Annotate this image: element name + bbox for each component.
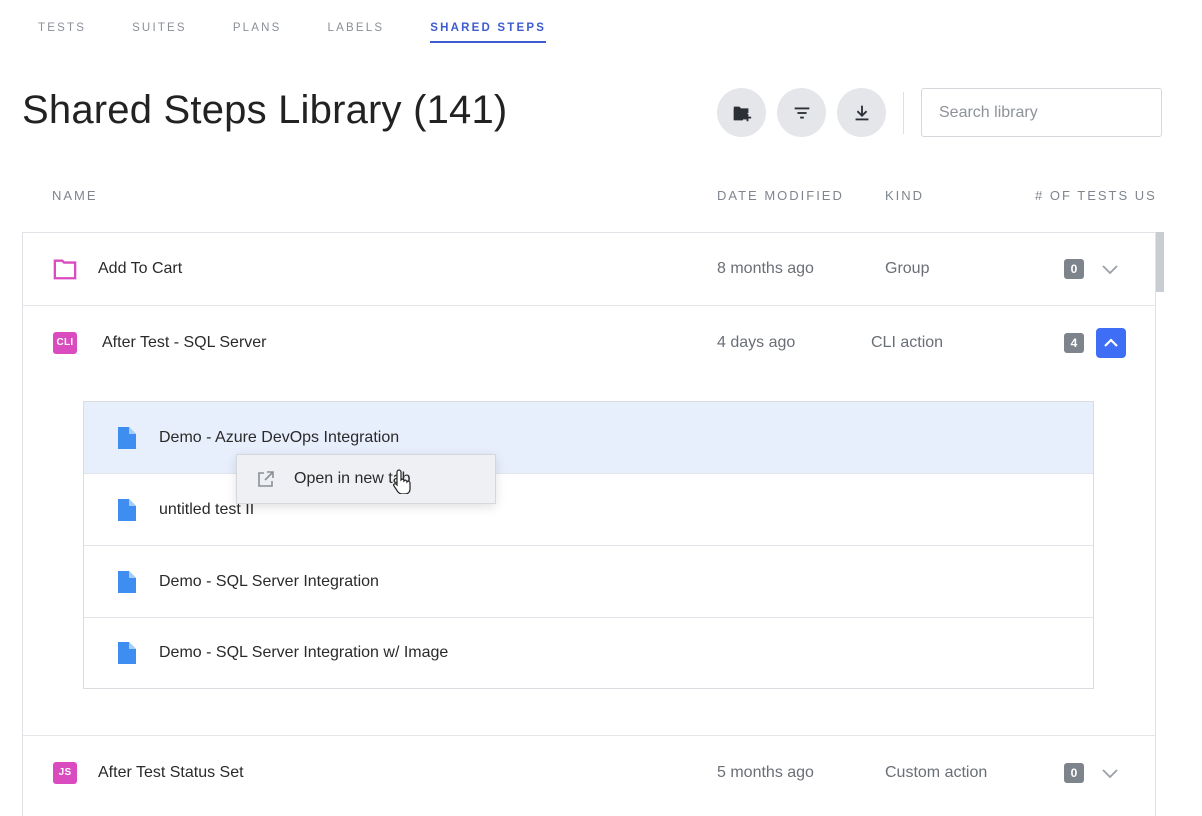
- row-name: After Test Status Set: [98, 763, 244, 781]
- list-item[interactable]: Demo - SQL Server Integration: [84, 546, 1093, 618]
- top-nav-tabs: TESTS SUITES PLANS LABELS SHARED STEPS: [38, 22, 592, 43]
- test-name: Demo - SQL Server Integration: [159, 572, 379, 590]
- js-icon: JS: [53, 761, 77, 785]
- test-count-badge: 0: [1064, 762, 1084, 783]
- tab-shared-steps[interactable]: SHARED STEPS: [430, 22, 547, 43]
- toolbar: [717, 88, 1162, 137]
- file-icon: [118, 498, 136, 521]
- test-count-badge: 4: [1064, 332, 1084, 353]
- external-link-icon: [258, 471, 274, 487]
- table-scrollbar[interactable]: [1156, 232, 1164, 292]
- download-button[interactable]: [837, 88, 886, 137]
- chevron-up-icon: [1104, 338, 1118, 347]
- file-icon: [118, 570, 136, 593]
- page-title: Shared Steps Library (141): [22, 88, 508, 132]
- file-icon: [118, 426, 136, 449]
- expand-button[interactable]: [1099, 762, 1121, 784]
- hand-cursor-icon: [393, 469, 411, 494]
- expanded-tests-panel: Demo - Azure DevOps Integration untitled…: [23, 379, 1155, 736]
- collapse-button[interactable]: [1096, 327, 1126, 358]
- expand-button[interactable]: [1099, 258, 1121, 280]
- chevron-down-icon: [1102, 768, 1118, 778]
- new-folder-button[interactable]: [717, 88, 766, 137]
- column-header-kind[interactable]: KIND: [885, 188, 924, 203]
- row-date: 4 days ago: [717, 333, 796, 351]
- row-kind: CLI action: [871, 333, 944, 351]
- row-date: 8 months ago: [717, 260, 814, 277]
- download-icon: [855, 105, 868, 120]
- filter-button[interactable]: [777, 88, 826, 137]
- row-kind: Custom action: [885, 763, 988, 781]
- tab-suites[interactable]: SUITES: [132, 22, 187, 43]
- context-menu-open-in-new-tab[interactable]: Open in new tab: [236, 454, 496, 504]
- tab-tests[interactable]: TESTS: [38, 22, 86, 43]
- table-row[interactable]: Add To Cart 8 months ago Group 0: [23, 233, 1155, 306]
- toolbar-divider: [903, 91, 904, 134]
- new-folder-icon: [733, 106, 751, 121]
- filter-icon: [794, 107, 809, 118]
- tab-labels[interactable]: LABELS: [328, 22, 385, 43]
- test-count-badge: 0: [1064, 259, 1084, 279]
- chevron-down-icon: [1102, 265, 1118, 275]
- row-name: Add To Cart: [98, 260, 183, 277]
- row-date: 5 months ago: [717, 763, 814, 781]
- tab-plans[interactable]: PLANS: [233, 22, 282, 43]
- test-name: Demo - SQL Server Integration w/ Image: [159, 644, 449, 661]
- used-in-tests-list: Demo - Azure DevOps Integration untitled…: [83, 401, 1094, 689]
- row-name: After Test - SQL Server: [102, 333, 267, 351]
- row-kind: Group: [885, 260, 930, 277]
- column-header-date-modified[interactable]: DATE MODIFIED: [717, 188, 844, 203]
- folder-icon: [53, 257, 77, 281]
- table-row[interactable]: JS After Test Status Set 5 months ago Cu…: [23, 736, 1155, 809]
- file-icon: [118, 642, 136, 664]
- test-name: Demo - Azure DevOps Integration: [159, 428, 400, 446]
- column-header-name[interactable]: NAME: [52, 188, 98, 203]
- search-input[interactable]: [921, 88, 1162, 137]
- shared-steps-table: Add To Cart 8 months ago Group 0 CLI Aft…: [22, 232, 1156, 816]
- cli-icon: CLI: [53, 331, 77, 355]
- list-item[interactable]: Demo - SQL Server Integration w/ Image: [84, 618, 1093, 688]
- column-header-tests-count[interactable]: # OF TESTS US: [1035, 188, 1157, 203]
- table-row[interactable]: CLI After Test - SQL Server 4 days ago C…: [23, 306, 1155, 379]
